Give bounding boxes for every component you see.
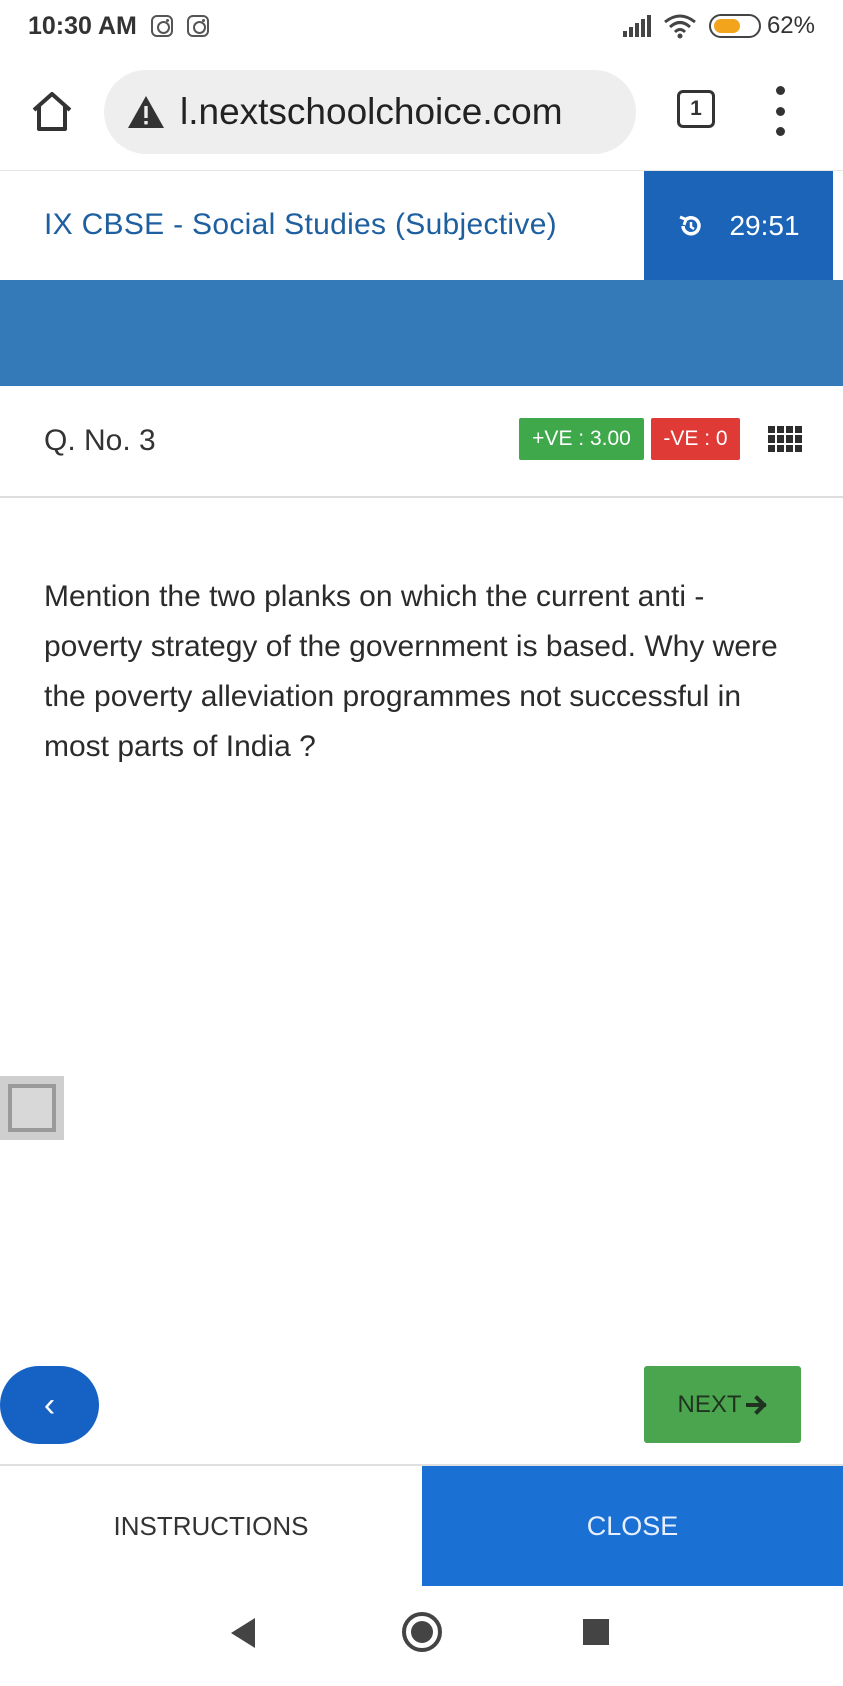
- back-icon[interactable]: [229, 1616, 257, 1650]
- url-field[interactable]: l.nextschoolchoice.com: [104, 70, 636, 154]
- next-label: NEXT: [677, 1390, 742, 1418]
- system-nav-bar: [0, 1590, 843, 1686]
- question-number: Q. No. 3: [44, 424, 156, 457]
- bottom-actions: INSTRUCTIONS CLOSE: [0, 1464, 843, 1586]
- more-vert-icon[interactable]: [774, 86, 786, 136]
- question-grid-icon[interactable]: [768, 426, 802, 452]
- warning-icon[interactable]: [126, 94, 166, 130]
- status-left: 10:30 AM: [28, 12, 209, 41]
- wifi-icon: [664, 14, 696, 39]
- battery-percent: 62%: [766, 12, 815, 39]
- question-bar: Q. No. 3 +VE : 3.00 -VE : 0: [0, 386, 843, 498]
- home-icon[interactable]: [28, 88, 76, 136]
- recent-apps-icon[interactable]: [583, 1619, 609, 1645]
- url-text: l.nextschoolchoice.com: [180, 91, 563, 132]
- negative-marks-badge: -VE : 0: [651, 418, 740, 460]
- status-time: 10:30 AM: [28, 11, 137, 40]
- tab-switcher-button[interactable]: 1: [677, 90, 715, 128]
- close-button[interactable]: CLOSE: [422, 1466, 843, 1586]
- header-band: [0, 280, 843, 386]
- timer-value: 29:51: [729, 210, 800, 241]
- status-right: 62%: [622, 12, 815, 40]
- home-nav-icon[interactable]: [402, 1612, 442, 1652]
- battery-icon: [708, 14, 761, 38]
- instructions-button[interactable]: INSTRUCTIONS: [0, 1466, 422, 1586]
- timer: 29:51: [644, 171, 833, 281]
- positive-marks-badge: +VE : 3.00: [519, 418, 644, 460]
- chevron-left-icon: ‹: [43, 1385, 56, 1424]
- signal-icon: [622, 15, 651, 37]
- previous-button[interactable]: ‹: [0, 1366, 99, 1444]
- question-text: Mention the two planks on which the curr…: [44, 580, 778, 763]
- history-icon: [679, 215, 702, 236]
- status-bar: 10:30 AM 62%: [0, 0, 843, 52]
- next-button[interactable]: NEXT: [644, 1366, 801, 1443]
- battery-indicator: 62%: [708, 12, 815, 40]
- test-title: IX CBSE - Social Studies (Subjective): [44, 208, 557, 241]
- instagram-icon: [186, 15, 209, 37]
- mark-checkbox[interactable]: [0, 1076, 64, 1140]
- instagram-icon: [150, 15, 173, 37]
- arrow-right-icon: [745, 1394, 767, 1415]
- browser-toolbar: l.nextschoolchoice.com 1: [0, 62, 843, 162]
- test-header: IX CBSE - Social Studies (Subjective) 29…: [0, 170, 843, 281]
